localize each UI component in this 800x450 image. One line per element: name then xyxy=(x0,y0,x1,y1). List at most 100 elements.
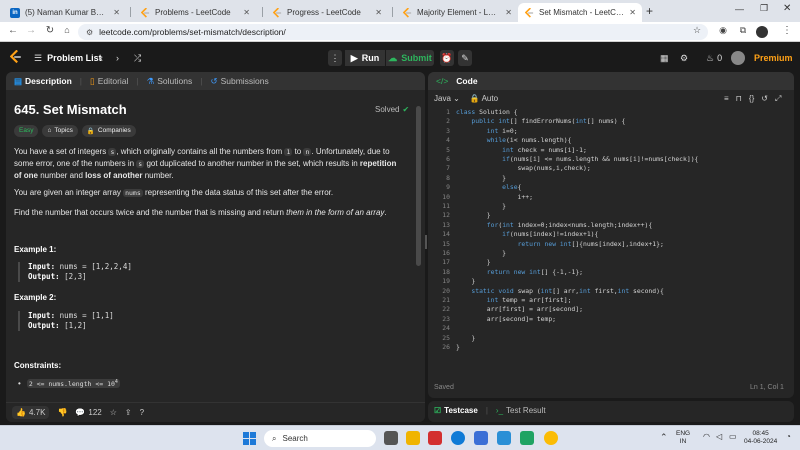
layout-icon[interactable]: ▦ xyxy=(660,50,669,66)
wifi-icon[interactable]: ◠ xyxy=(703,432,710,441)
mcafee-icon[interactable] xyxy=(428,431,442,445)
google-lens-icon[interactable]: ◉ xyxy=(716,25,730,36)
code-line[interactable]: for(int index=0;index<nums.length;index+… xyxy=(456,221,652,230)
streak-counter[interactable]: ♨ 0 xyxy=(706,50,722,66)
user-avatar[interactable] xyxy=(731,51,745,65)
app-green-icon[interactable] xyxy=(520,431,534,445)
close-window-button[interactable]: ✕ xyxy=(783,3,791,14)
code-line[interactable]: int temp = arr[first]; xyxy=(456,296,572,305)
extensions-icon[interactable]: ⧉ xyxy=(736,25,750,36)
app-icon[interactable] xyxy=(497,431,511,445)
help-icon[interactable]: ? xyxy=(140,408,144,417)
code-line[interactable]: arr[second]= temp; xyxy=(456,315,556,324)
problem-title[interactable]: 645. Set Mismatch xyxy=(14,102,127,117)
browser-tab-progress[interactable]: Progress - LeetCode ✕ xyxy=(266,3,388,22)
code-line[interactable]: arr[first] = arr[second]; xyxy=(456,305,583,314)
braces-icon[interactable]: {} xyxy=(749,94,754,104)
code-line[interactable]: } xyxy=(456,249,506,258)
code-line[interactable]: if(nums[index]!=index+1){ xyxy=(456,230,598,239)
chevron-up-icon[interactable]: ⌃ xyxy=(660,432,668,443)
back-icon[interactable]: ← xyxy=(6,25,20,36)
volume-icon[interactable]: ◁ xyxy=(716,432,722,441)
code-line[interactable]: } xyxy=(456,343,460,352)
bookmark-icon[interactable]: ⊓ xyxy=(736,94,742,104)
code-line[interactable]: } xyxy=(456,211,491,220)
reload-icon[interactable]: ↻ xyxy=(43,25,57,36)
chrome-icon[interactable] xyxy=(544,431,558,445)
code-line[interactable]: swap(nums,i,check); xyxy=(456,164,591,173)
code-editor[interactable]: 1 class Solution {2 public int[] findErro… xyxy=(428,108,794,360)
problem-list-button[interactable]: ☰ Problem List xyxy=(34,50,102,66)
edge-icon[interactable] xyxy=(451,431,465,445)
tab-testcase[interactable]: ☑ Testcase xyxy=(434,406,478,415)
bookmark-star-icon[interactable]: ☆ xyxy=(690,25,704,36)
format-icon[interactable]: ≡ xyxy=(724,94,729,104)
panel-splitter[interactable] xyxy=(425,235,427,249)
new-tab-button[interactable]: + xyxy=(646,4,653,18)
battery-icon[interactable]: ▭ xyxy=(729,432,737,441)
notes-icon[interactable]: ✎ xyxy=(458,50,472,66)
fullscreen-icon[interactable]: ⤢ xyxy=(775,94,781,104)
task-view-icon[interactable] xyxy=(384,431,398,445)
notification-icon[interactable]: ◔ xyxy=(786,432,791,441)
browser-tab-majority-element[interactable]: Majority Element - LeetCode ✕ xyxy=(396,3,518,22)
taskbar-search[interactable]: ⌕ Search xyxy=(264,430,376,447)
code-line[interactable]: } xyxy=(456,258,491,267)
run-button[interactable]: ▶ Run xyxy=(345,50,385,66)
share-icon[interactable]: ⇪ xyxy=(125,408,132,417)
language-indicator[interactable]: ENG IN xyxy=(676,430,690,446)
description-scrollbar[interactable] xyxy=(416,106,421,266)
close-icon[interactable]: ✕ xyxy=(113,8,120,17)
tab-description[interactable]: ▤ Description xyxy=(14,76,72,87)
code-line[interactable]: int check = nums[i]-1; xyxy=(456,146,587,155)
code-line[interactable]: } xyxy=(456,334,475,343)
code-line[interactable]: int i=0; xyxy=(456,127,518,136)
code-line[interactable]: return new int[]{nums[index],index+1}; xyxy=(456,240,664,249)
auto-complete-toggle[interactable]: 🔒 Auto xyxy=(470,94,498,103)
close-icon[interactable]: ✕ xyxy=(505,8,512,17)
code-line[interactable]: } xyxy=(456,174,506,183)
language-select[interactable]: Java ⌄ xyxy=(434,94,460,103)
browser-tab-linkedin[interactable]: in (5) Naman Kumar Bhagat | Linke ✕ xyxy=(4,3,126,22)
code-line[interactable]: i++; xyxy=(456,193,533,202)
browser-tab-set-mismatch[interactable]: Set Mismatch - LeetCode ✕ xyxy=(518,3,642,22)
next-problem-button[interactable]: › xyxy=(116,50,119,66)
random-problem-icon[interactable]: ⤮ xyxy=(134,50,141,66)
timer-icon[interactable]: ⏰ xyxy=(440,50,454,66)
code-line[interactable]: while(i< nums.length){ xyxy=(456,136,572,145)
close-icon[interactable]: ✕ xyxy=(629,8,636,17)
tab-submissions[interactable]: ↺ Submissions xyxy=(210,76,268,87)
file-explorer-icon[interactable] xyxy=(406,431,420,445)
dislike-button[interactable]: 👎 xyxy=(57,408,67,417)
tab-solutions[interactable]: ⚗ Solutions xyxy=(147,76,193,87)
difficulty-badge[interactable]: Easy xyxy=(14,125,39,137)
code-line[interactable]: else{ xyxy=(456,183,521,192)
premium-link[interactable]: Premium xyxy=(754,50,793,66)
code-line[interactable]: static void swap (int[] arr,int first,in… xyxy=(456,287,663,296)
browser-tab-problems[interactable]: Problems - LeetCode ✕ xyxy=(134,3,256,22)
reset-icon[interactable]: ↺ xyxy=(761,94,768,104)
code-line[interactable]: if(nums[i] <= nums.length && nums[i]!=nu… xyxy=(456,155,698,164)
microsoft-store-icon[interactable] xyxy=(474,431,488,445)
tab-test-result[interactable]: ›_ Test Result xyxy=(496,406,546,415)
maximize-button[interactable]: ❐ xyxy=(760,3,768,14)
debug-icon[interactable]: ⋮ xyxy=(328,50,342,66)
code-line[interactable]: return new int[] {-1,-1}; xyxy=(456,268,583,277)
profile-avatar[interactable] xyxy=(756,26,768,38)
close-icon[interactable]: ✕ xyxy=(375,8,382,17)
code-line[interactable]: public int[] findErrorNums(int[] nums) { xyxy=(456,117,625,126)
home-icon[interactable]: ⌂ xyxy=(60,25,74,35)
menu-icon[interactable]: ⋮ xyxy=(780,25,794,36)
code-line[interactable]: } xyxy=(456,202,506,211)
url-bar[interactable]: ⚙ leetcode.com/problems/set-mismatch/des… xyxy=(78,24,708,40)
settings-icon[interactable]: ⚙ xyxy=(680,50,688,66)
prev-problem-button[interactable]: ‹ xyxy=(100,50,103,66)
close-icon[interactable]: ✕ xyxy=(243,8,250,17)
minimize-button[interactable]: — xyxy=(735,4,744,14)
site-info-icon[interactable]: ⚙ xyxy=(86,28,93,37)
submit-button[interactable]: ☁ Submit xyxy=(386,50,434,66)
clock[interactable]: 08:45 04-06-2024 xyxy=(744,430,777,446)
tab-editorial[interactable]: ▯ Editorial xyxy=(90,76,128,87)
favorite-star-icon[interactable]: ☆ xyxy=(110,408,117,417)
leetcode-logo[interactable] xyxy=(9,49,22,69)
